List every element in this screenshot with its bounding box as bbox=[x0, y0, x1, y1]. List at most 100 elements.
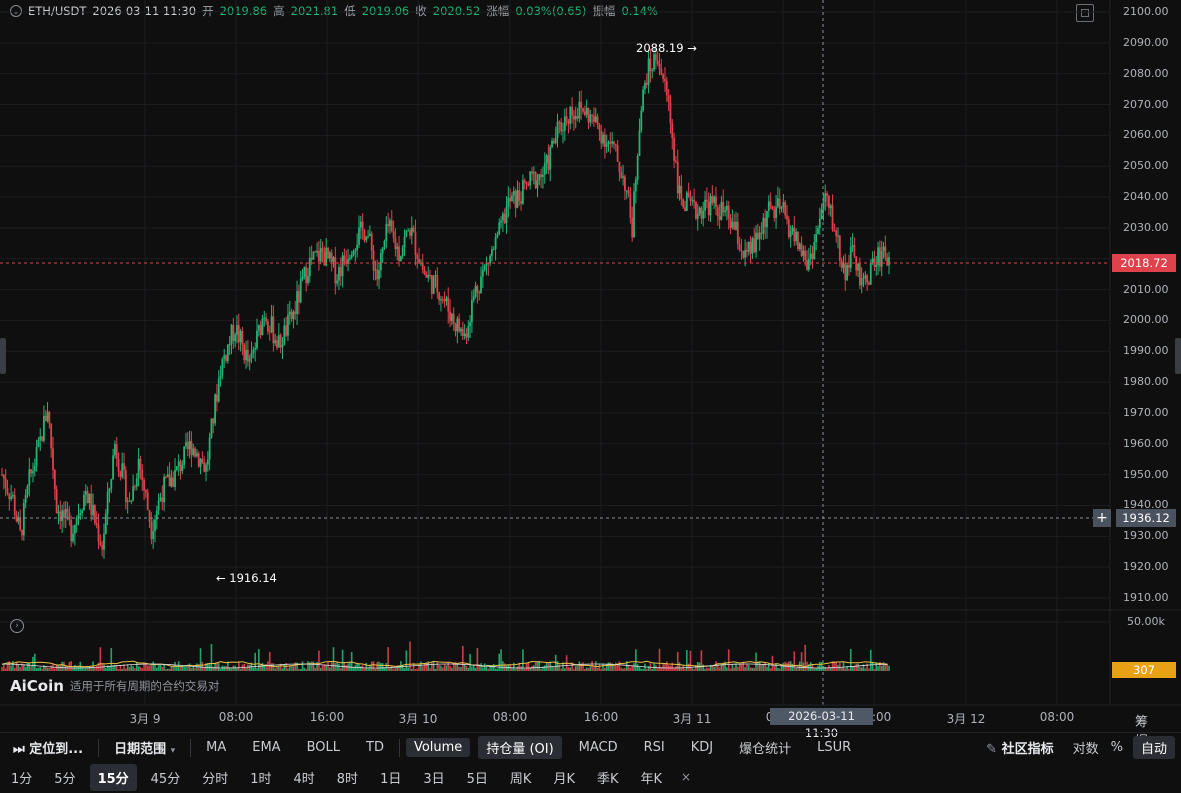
indicator-liquidation[interactable]: 爆仓统计 bbox=[726, 738, 804, 757]
interval-3[interactable]: 45分 bbox=[140, 768, 192, 787]
candle-body bbox=[450, 313, 453, 322]
candle-body bbox=[507, 197, 510, 207]
date-range-button[interactable]: 日期范围 ▾ bbox=[101, 738, 188, 757]
volume-bar bbox=[684, 668, 686, 671]
low-price-marker: ← 1916.14 bbox=[216, 571, 277, 585]
volume-bar bbox=[378, 661, 380, 671]
log-scale-button[interactable]: 对数 bbox=[1067, 738, 1105, 757]
candle-body bbox=[55, 489, 58, 514]
volume-bar bbox=[516, 666, 519, 671]
interval-8[interactable]: 1日 bbox=[369, 768, 412, 787]
interval-6[interactable]: 4时 bbox=[283, 768, 326, 787]
candle-body bbox=[126, 500, 129, 502]
candle-body bbox=[197, 453, 200, 467]
interval-10[interactable]: 5日 bbox=[456, 768, 499, 787]
candle-body bbox=[46, 411, 49, 421]
indicator-ema[interactable]: EMA bbox=[239, 740, 293, 755]
candle-body bbox=[600, 130, 603, 144]
volume-bar bbox=[143, 663, 145, 671]
add-alert-icon[interactable]: + bbox=[1093, 509, 1111, 527]
candle-body bbox=[95, 523, 98, 525]
volume-bar bbox=[330, 662, 333, 671]
interval-13[interactable]: 季K bbox=[586, 768, 630, 787]
indicator-volume[interactable]: Volume bbox=[405, 738, 471, 757]
volume-bar bbox=[638, 666, 641, 671]
indicator-kdj[interactable]: KDJ bbox=[678, 740, 726, 755]
candle-body bbox=[230, 324, 233, 344]
candle-body bbox=[685, 192, 688, 211]
candle-body bbox=[492, 249, 495, 251]
candle-body bbox=[141, 469, 144, 481]
volume-bar bbox=[336, 661, 338, 671]
interval-11[interactable]: 周K bbox=[499, 768, 543, 787]
indicator-boll[interactable]: BOLL bbox=[294, 740, 353, 755]
candle-body bbox=[228, 343, 231, 345]
interval-14[interactable]: 年K bbox=[630, 768, 674, 787]
interval-5[interactable]: 1时 bbox=[239, 768, 282, 787]
interval-9[interactable]: 3日 bbox=[412, 768, 455, 787]
candle-body bbox=[558, 121, 561, 123]
interval-0[interactable]: 1分 bbox=[0, 768, 43, 787]
candle-body bbox=[669, 101, 672, 124]
auto-scale-button[interactable]: 自动 bbox=[1132, 736, 1175, 759]
left-panel-handle[interactable] bbox=[0, 338, 6, 374]
interval-1[interactable]: 5分 bbox=[43, 768, 86, 787]
locate-button[interactable]: ⏭ 定位到... bbox=[0, 738, 96, 757]
volume-bar bbox=[624, 667, 626, 671]
close-icon[interactable]: × bbox=[673, 770, 699, 784]
candle-body bbox=[882, 246, 885, 251]
interval-toolbar: 1分 5分 15分 45分 分时 1时 4时 8时 1日 3日 5日 周K 月K 季K 年K × bbox=[0, 763, 1181, 791]
candle-body bbox=[806, 260, 808, 270]
candle-body bbox=[288, 311, 291, 315]
candle-body bbox=[48, 411, 51, 424]
interval-7[interactable]: 8时 bbox=[326, 768, 369, 787]
volume-bar bbox=[318, 650, 320, 671]
indicator-rsi[interactable]: RSI bbox=[631, 740, 678, 755]
candle-body bbox=[793, 227, 796, 242]
interval-2[interactable]: 15分 bbox=[89, 763, 137, 791]
volume-bar bbox=[429, 668, 431, 671]
candle-body bbox=[658, 63, 661, 69]
interval-12[interactable]: 月K bbox=[542, 768, 586, 787]
volume-bar bbox=[715, 661, 717, 671]
candlestick-chart[interactable] bbox=[0, 0, 1181, 732]
candle-body bbox=[290, 311, 293, 320]
community-indicator-button[interactable]: ✎ 社区指标 bbox=[973, 738, 1066, 757]
candle-body bbox=[310, 257, 313, 260]
crosshair-price-badge: 1936.12 bbox=[1116, 509, 1176, 527]
candle-body bbox=[6, 488, 9, 494]
volume-bar bbox=[225, 665, 227, 671]
indicator-lsur[interactable]: LSUR bbox=[804, 740, 864, 755]
indicator-td[interactable]: TD bbox=[353, 740, 397, 755]
indicator-macd[interactable]: MACD bbox=[566, 740, 631, 755]
candle-body bbox=[704, 199, 706, 211]
candle-body bbox=[379, 253, 382, 271]
candle-body bbox=[236, 325, 238, 335]
candle-body bbox=[28, 469, 31, 486]
price-tick-label: 2070.00 bbox=[1123, 97, 1169, 111]
volume-bar bbox=[600, 668, 603, 671]
volume-bar bbox=[482, 667, 484, 671]
candle-body bbox=[64, 508, 67, 518]
candle-body bbox=[660, 68, 663, 75]
candle-body bbox=[316, 250, 318, 253]
indicator-oi[interactable]: 持仓量 (OI) bbox=[478, 736, 562, 759]
percent-scale-button[interactable]: % bbox=[1105, 740, 1129, 755]
collapse-volume-icon[interactable]: › bbox=[10, 613, 24, 633]
candle-body bbox=[307, 276, 309, 284]
candle-body bbox=[556, 121, 559, 139]
right-panel-handle[interactable] bbox=[1175, 338, 1181, 374]
candle-body bbox=[644, 82, 646, 90]
volume-bar bbox=[826, 668, 828, 671]
candle-body bbox=[554, 138, 557, 144]
candle-body bbox=[328, 252, 331, 259]
indicator-ma[interactable]: MA bbox=[193, 740, 239, 755]
interval-4[interactable]: 分时 bbox=[191, 768, 239, 787]
volume-bar bbox=[483, 663, 486, 671]
candle-body bbox=[427, 274, 430, 278]
volume-bar bbox=[773, 666, 776, 671]
volume-bar bbox=[196, 663, 198, 671]
candle-body bbox=[1, 474, 3, 476]
candle-body bbox=[684, 207, 686, 211]
volume-bar bbox=[380, 663, 382, 671]
